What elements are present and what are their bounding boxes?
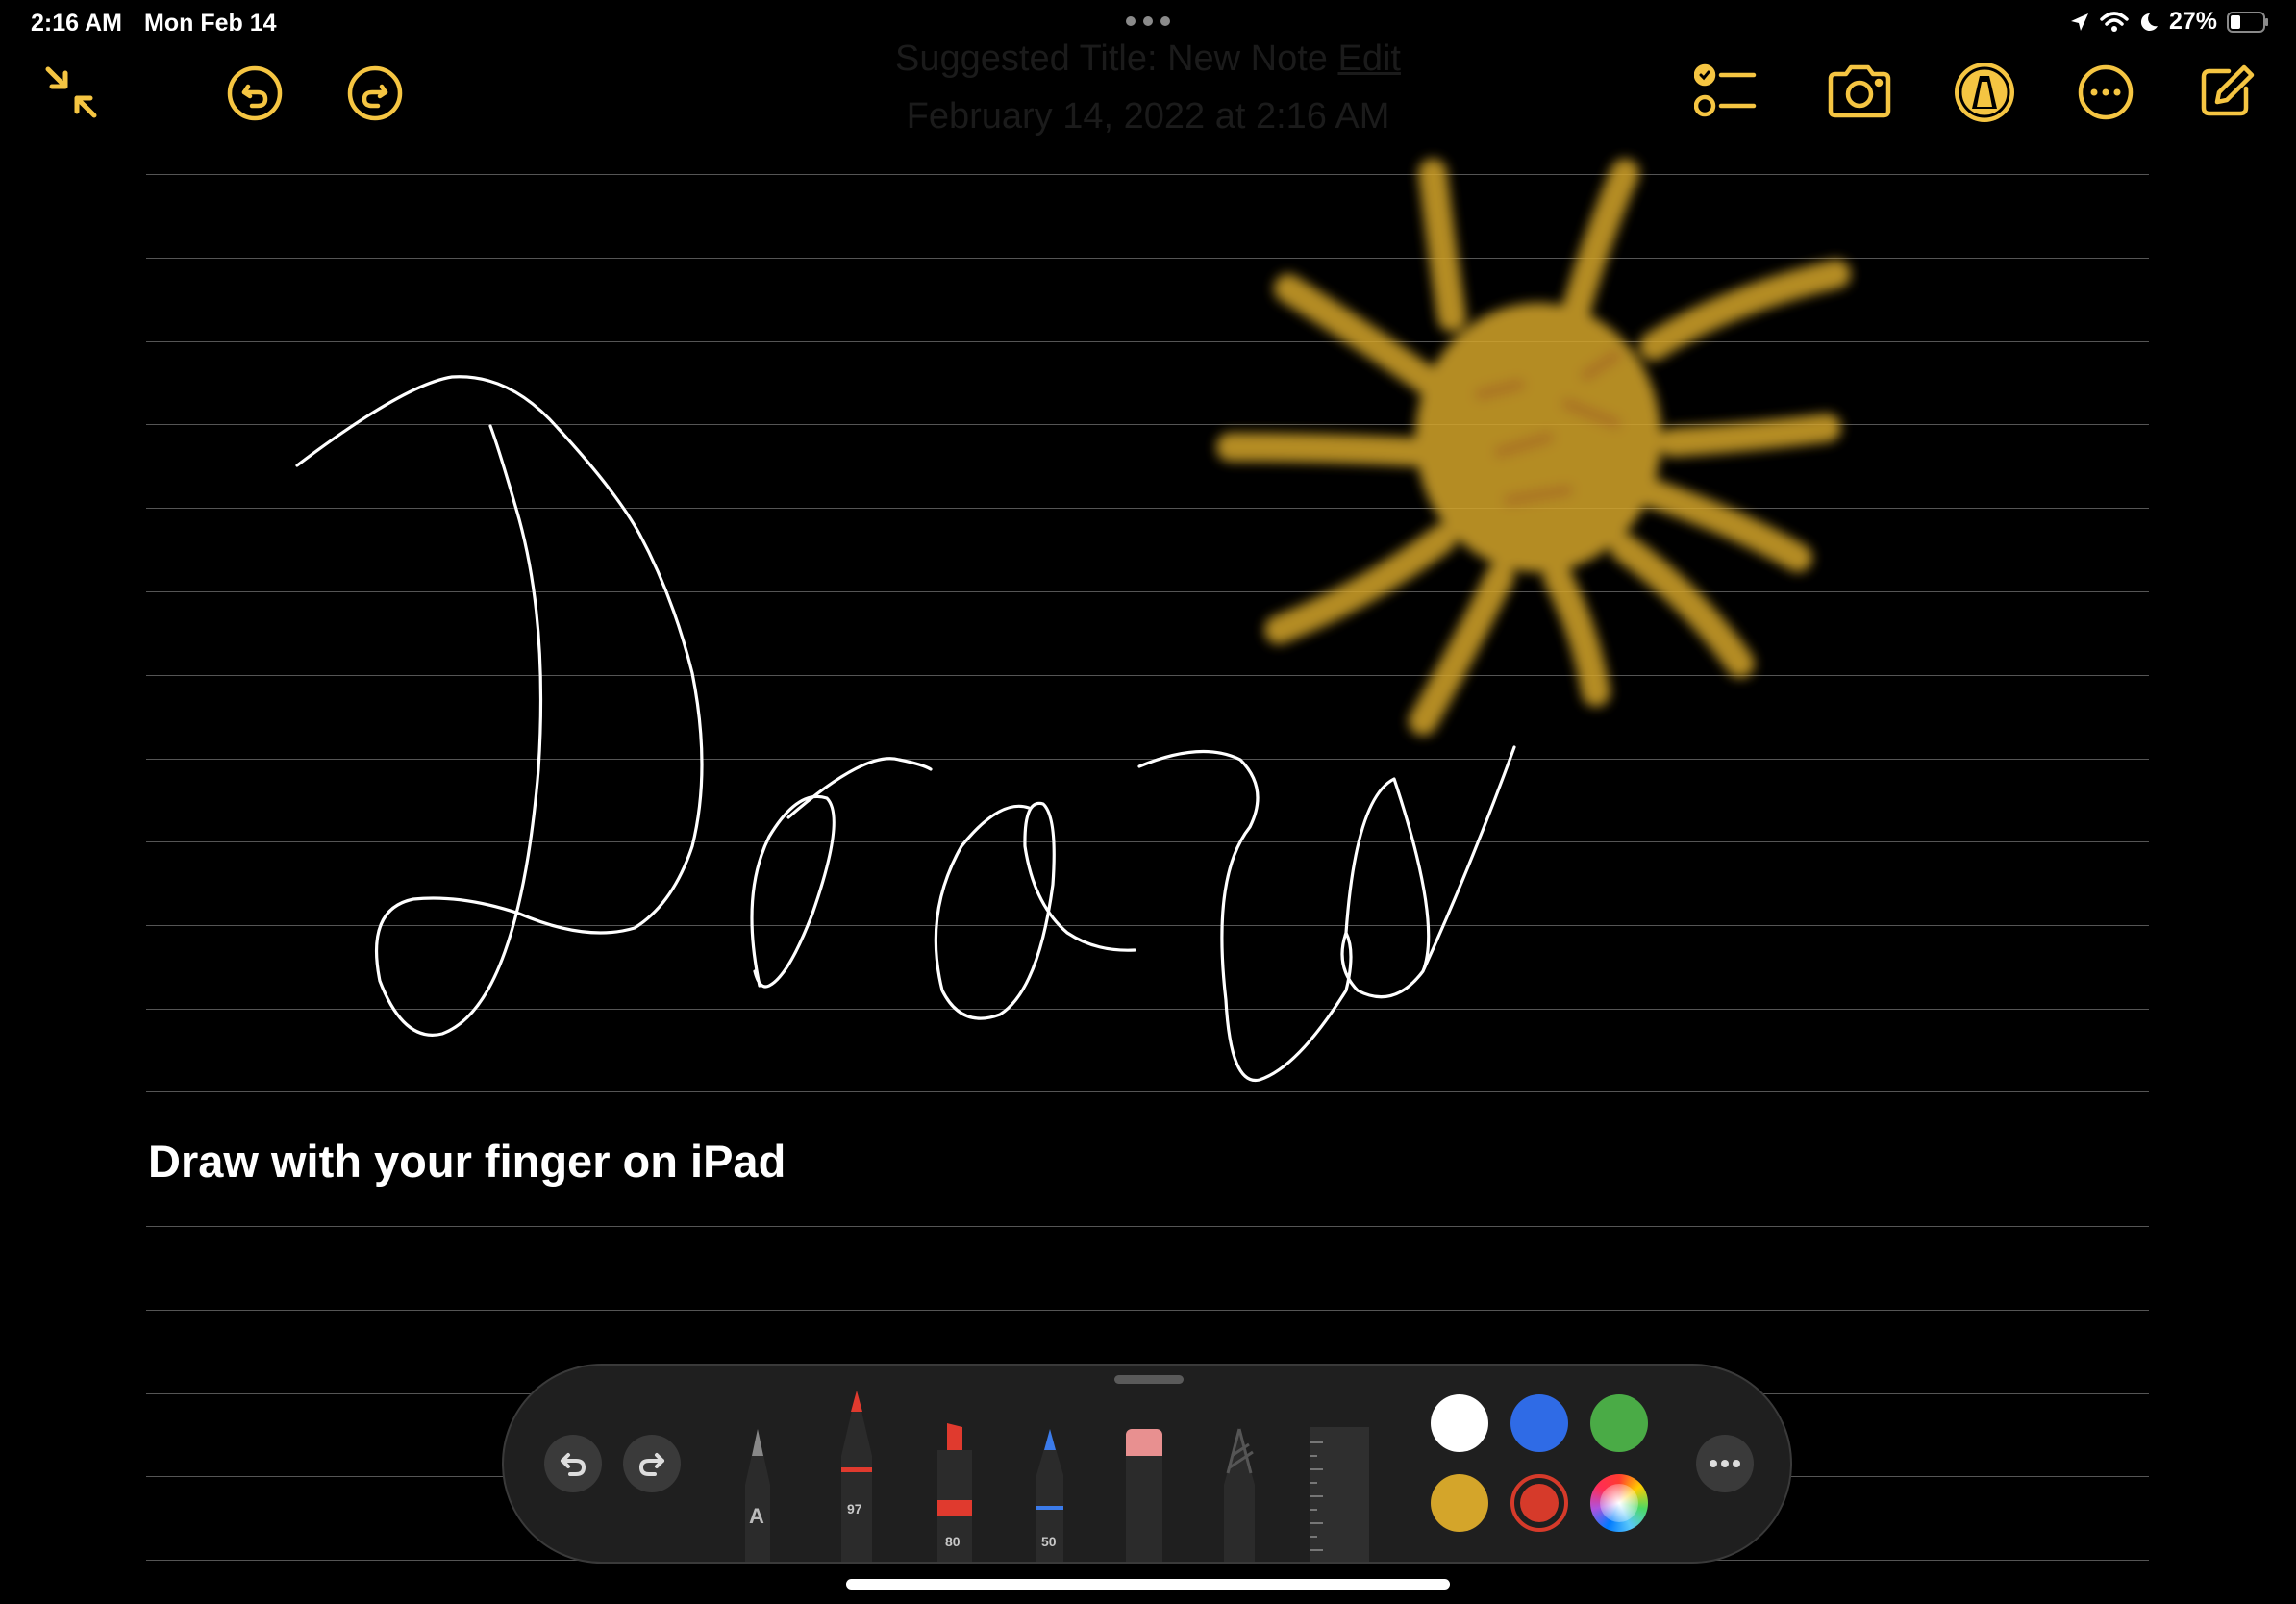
pen-tool-label: A	[749, 1504, 764, 1528]
marker-tool-label: 97	[847, 1501, 862, 1516]
marker-tool[interactable]: 97	[836, 1389, 878, 1562]
color-swatch-red-selected[interactable]	[1510, 1474, 1568, 1532]
lasso-tool[interactable]	[1220, 1427, 1259, 1562]
palette-redo-button[interactable]	[623, 1435, 681, 1492]
eraser-tool[interactable]	[1124, 1427, 1164, 1562]
ruler-tool[interactable]	[1310, 1427, 1369, 1562]
palette-more-button[interactable]	[1696, 1435, 1754, 1492]
color-wheel-center	[1600, 1484, 1638, 1522]
selected-color-fill	[1520, 1484, 1559, 1522]
pencil-tool-label: 50	[1041, 1534, 1057, 1549]
note-caption: Draw with your finger on iPad	[148, 1136, 786, 1187]
more-icon	[1710, 1460, 1740, 1467]
pencil-tool[interactable]: 50	[1031, 1427, 1069, 1562]
palette-undo-button[interactable]	[544, 1435, 602, 1492]
pen-tool[interactable]: A	[739, 1427, 776, 1562]
tool-palette: A 97 80 50	[502, 1364, 1792, 1564]
home-indicator[interactable]	[846, 1579, 1450, 1590]
color-swatch-blue[interactable]	[1510, 1394, 1568, 1452]
highlighter-tool-label: 80	[945, 1534, 961, 1549]
color-swatch-yellow[interactable]	[1431, 1474, 1488, 1532]
color-swatch-green[interactable]	[1590, 1394, 1648, 1452]
sun-drawing	[1216, 159, 1851, 736]
draw-handwriting	[295, 375, 1516, 1083]
color-picker-wheel-icon[interactable]	[1590, 1474, 1648, 1532]
palette-grabber[interactable]	[1114, 1375, 1184, 1384]
redo-icon	[639, 1453, 664, 1476]
color-swatch-white[interactable]	[1431, 1394, 1488, 1452]
undo-icon	[561, 1453, 586, 1476]
highlighter-tool[interactable]: 80	[934, 1421, 976, 1562]
